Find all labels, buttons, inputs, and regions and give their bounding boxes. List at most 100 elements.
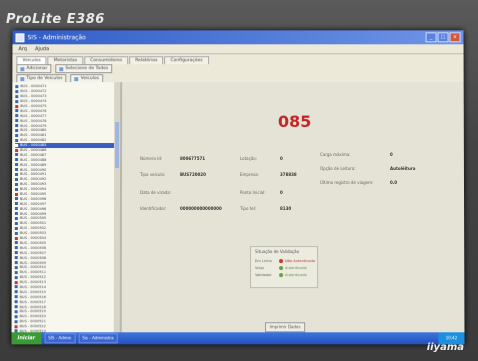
tab-veiculos[interactable]: Veículos [16,56,47,65]
tree-item-label: BUS - 0000507 [19,250,47,255]
tree-item-label: BUS - 0000518 [19,304,46,309]
tree-item-label: BUS - 0000502 [19,226,47,231]
bus-icon [14,265,18,269]
tree-item-label: BUS - 0000496 [19,196,47,201]
bus-icon [14,310,18,314]
bus-icon [14,270,18,274]
bus-icon [15,138,19,142]
tree-item-label: BUS - 0000476 [20,108,47,113]
tree-item-label: BUS - 0000475 [20,104,47,109]
tree-item-label: BUS - 0000504 [19,236,47,241]
bus-icon [15,109,19,113]
bus-icon [15,119,19,123]
minimize-button[interactable]: _ [425,32,437,43]
bus-icon [15,168,19,172]
bus-icon [14,212,18,216]
tipo-value: BUS720020 [180,172,206,178]
scroll-thumb[interactable] [115,122,120,169]
select-all-button[interactable]: Selecione de Todos [55,64,113,74]
bus-icon [15,94,19,98]
bus-icon [14,280,18,284]
tree-item-label: BUS - 0000498 [19,206,47,211]
bus-icon [14,226,18,230]
bus-icon [14,324,18,328]
tree-item-label: BUS - 0000485 [20,143,47,148]
tree-item-label: BUS - 0000506 [19,245,47,250]
vehicle-tree[interactable]: BUS - 0000471 BUS - 0000472 BUS - 0000473 B… [11,82,123,333]
tree-item-label: BUS - 0000490 [20,167,47,172]
bus-icon [14,207,18,211]
tree-item-label: BUS - 0000513 [19,280,47,285]
tree-item-label: BUS - 0000493 [20,182,47,187]
tree-item-label: BUS - 0000499 [19,211,47,216]
ponto-label: Ponto Inicial: [240,190,266,196]
vehicle-type-icon [20,76,25,81]
bus-icon [15,163,19,167]
tipo2-value: 8130 [280,206,292,212]
add-button[interactable]: Adicionar [16,64,52,74]
tree-item-label: BUS - 0000517 [19,299,46,304]
opcao-label: Opção de Leitura: [319,166,356,172]
taskbar: Iniciar SIS - Admin Sis - Administra 10:… [11,332,465,345]
app-icon [15,32,25,42]
tree-item-label: BUS - 0000510 [19,265,47,270]
bus-icon [14,256,18,260]
bus-icon [14,241,18,245]
tree-item-label: BUS - 0000482 [20,138,47,143]
taskbar-item[interactable]: Sis - Administra [78,333,118,344]
tree-item-label: BUS - 0000512 [19,275,47,280]
tree-item-label: BUS - 0000521 [19,319,46,324]
menu-arq[interactable]: Arq [18,46,27,52]
tree-item-label: BUS - 0000516 [19,294,46,299]
lotacao-value: 0 [279,156,283,162]
carga-label: Carga máxima: [319,152,351,158]
bus-icon [14,197,18,201]
screen: SIS - Administração _ □ × Arq Ajuda Veíc… [11,30,465,345]
bus-icon [15,172,19,176]
tab-strip: Veículos Motoristas Consumidores Relatór… [12,54,464,65]
bus-icon [15,148,19,152]
print-button[interactable]: Imprimir Dados [265,322,306,333]
tab-relatorios[interactable]: Relatórios [129,56,164,65]
menu-bar: Arq Ajuda [12,44,464,55]
tab-consumidores[interactable]: Consumidores [84,56,129,65]
status-row-text: Não Autenticado [285,259,316,264]
close-button[interactable]: × [449,32,461,43]
tree-item-label: BUS - 0000508 [19,255,47,260]
bus-icon [15,124,19,128]
bus-icon [14,187,18,191]
bus-icon [14,251,18,255]
status-red-icon [279,259,284,264]
tree-item-label: BUS - 0000472 [20,89,47,94]
tree-item-label: BUS - 0000515 [19,289,46,295]
tree-item-label: BUS - 0000480 [20,128,47,133]
bus-icon [15,153,19,157]
lotacao-label: Lotação: [239,156,258,162]
tab-configuracoes[interactable]: Configurações [164,56,209,65]
tree-item-label: BUS - 0000491 [20,172,47,177]
status-green-icon [279,273,284,278]
bus-icon [14,305,18,309]
tree-item-label: BUS - 0000474 [20,99,47,104]
menu-ajuda[interactable]: Ajuda [35,46,49,52]
tab-motoristas[interactable]: Motoristas [47,56,84,65]
status-box: Situação de Validação Em Linha Não Auten… [250,246,319,289]
tree-item-label: BUS - 0000520 [19,314,46,319]
tipo-label: Tipo veículo: [140,172,166,178]
bus-icon [15,182,19,186]
detail-panel: 085 Número Id: 800677571 Tipo veículo: B… [121,82,465,333]
numero-id-label: Número Id: [140,156,163,162]
status-box-title: Situação de Validação [255,249,300,255]
tree-scrollbar[interactable] [113,82,121,333]
maximize-button[interactable]: □ [437,32,449,43]
bus-icon [14,300,18,304]
taskbar-item[interactable]: SIS - Admin [44,333,76,344]
tree-item-label: BUS - 0000478 [20,118,47,123]
bus-icon [15,129,19,132]
bus-icon [15,177,19,181]
add-icon [20,66,25,71]
bus-icon [15,99,19,103]
start-button[interactable]: Iniciar [11,332,42,345]
monitor-bezel: ProLite E386 SIS - Administração _ □ × A… [0,0,478,361]
empresa-value: 378838 [279,172,297,178]
